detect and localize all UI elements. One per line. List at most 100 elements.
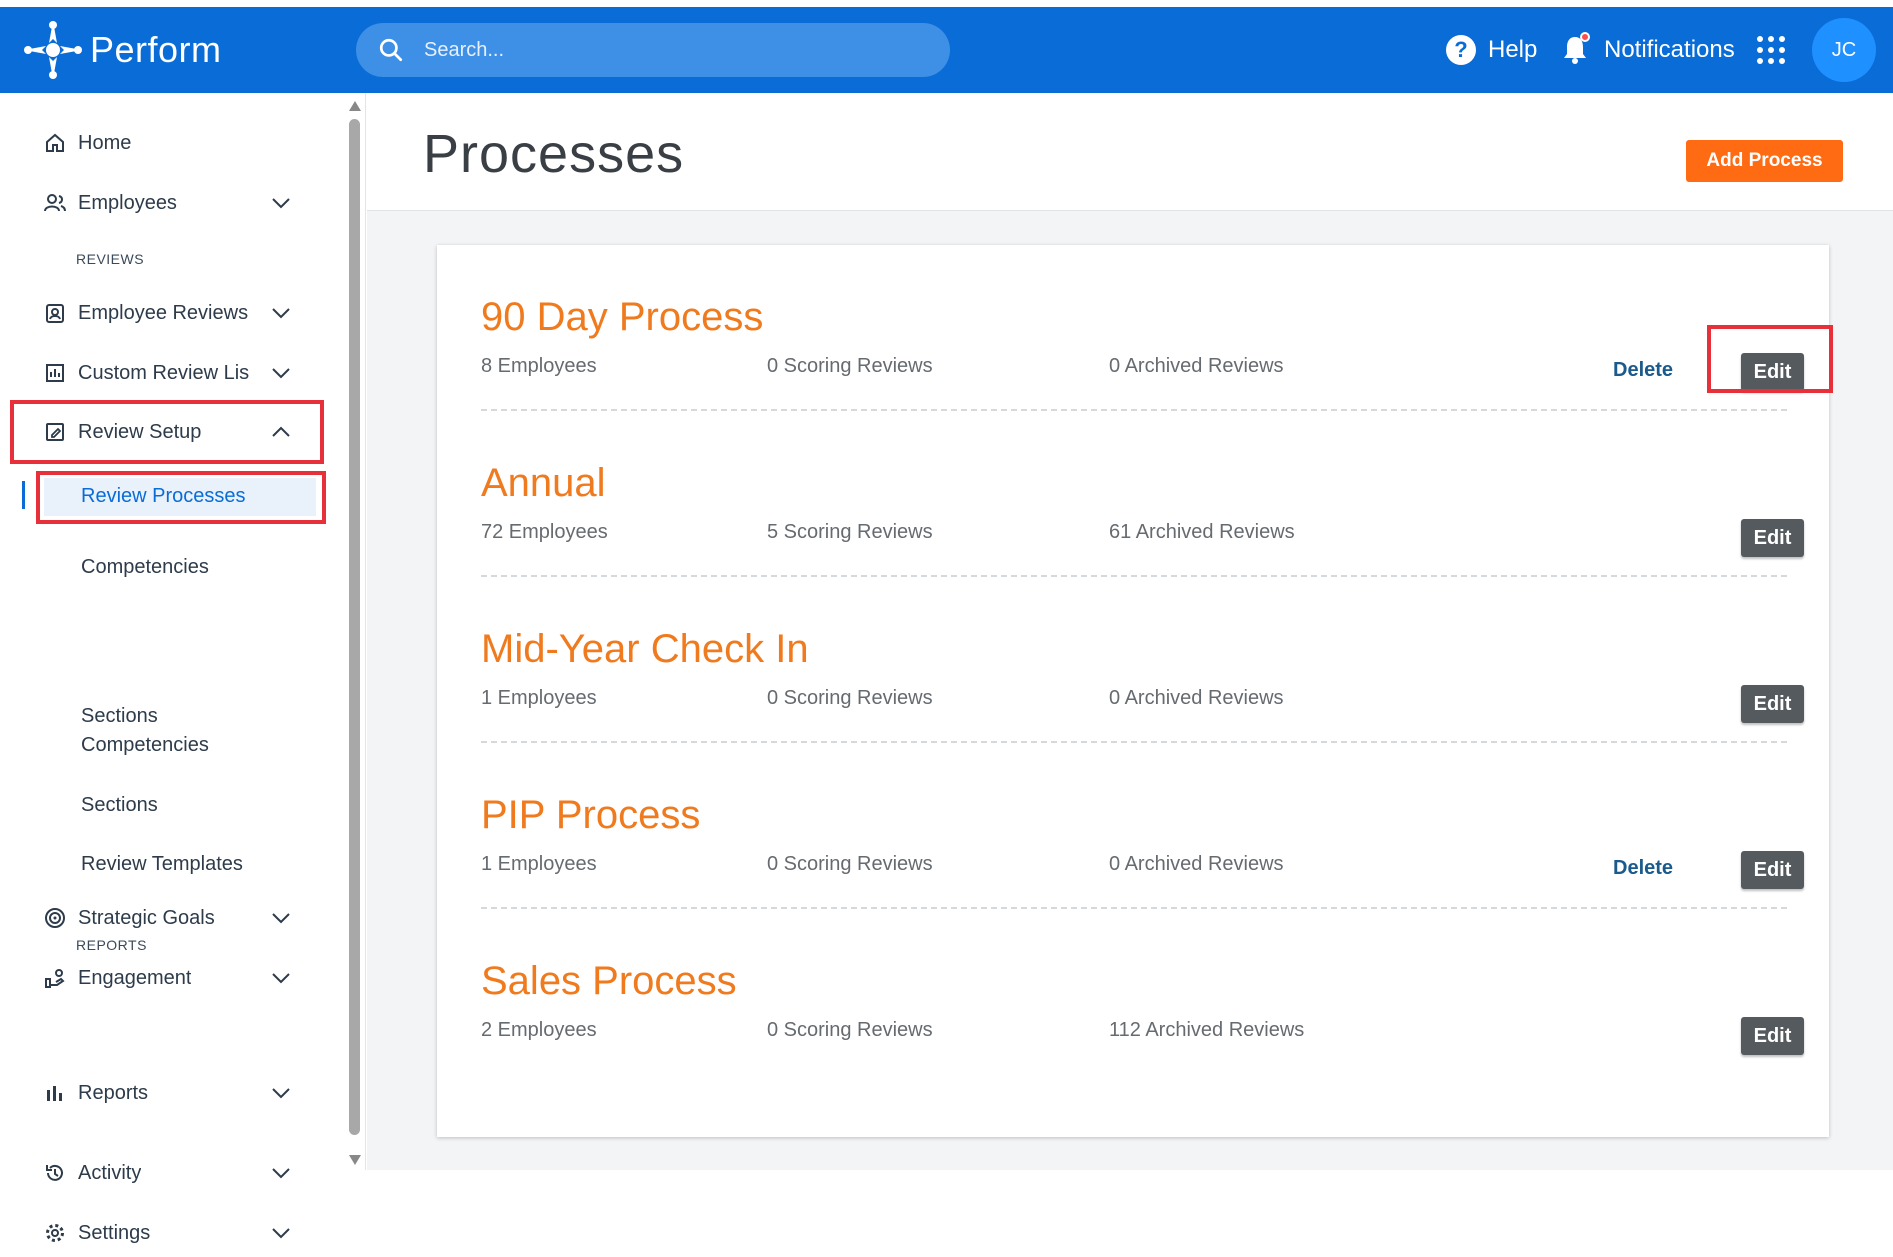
sidebar-item-activity[interactable]: Activity bbox=[0, 1149, 310, 1197]
page-header: Processes Add Process bbox=[367, 93, 1893, 211]
sidebar-scrollbar-thumb[interactable] bbox=[349, 119, 360, 1135]
archived-reviews-count: 61 Archived Reviews bbox=[1109, 521, 1295, 543]
process-name-link[interactable]: 90 Day Process bbox=[481, 295, 763, 340]
sidebar-item-reports[interactable]: Reports bbox=[0, 1069, 310, 1117]
notifications-label: Notifications bbox=[1604, 36, 1735, 63]
chevron-down-icon bbox=[272, 198, 290, 209]
process-row: Sales Process 2 Employees 0 Scoring Revi… bbox=[481, 909, 1804, 1075]
delete-process-button[interactable]: Delete bbox=[1613, 359, 1673, 382]
sidebar-item-employees[interactable]: Employees bbox=[0, 179, 310, 227]
apps-grid-icon bbox=[1757, 36, 1785, 64]
process-name-link[interactable]: Sales Process bbox=[481, 959, 737, 1004]
process-name-link[interactable]: Annual bbox=[481, 461, 606, 506]
sidebar-item-employee-reviews[interactable]: Employee Reviews bbox=[0, 289, 310, 337]
edit-process-button[interactable]: Edit bbox=[1741, 1017, 1804, 1055]
engagement-icon bbox=[45, 969, 65, 988]
scoring-reviews-count: 0 Scoring Reviews bbox=[767, 853, 933, 875]
section-header-reviews: REVIEWS bbox=[76, 251, 145, 267]
employee-count: 72 Employees bbox=[481, 521, 608, 543]
brand-logo[interactable]: Perform bbox=[22, 19, 222, 81]
search-icon bbox=[379, 38, 403, 62]
chevron-down-icon bbox=[272, 913, 290, 924]
scoring-reviews-count: 0 Scoring Reviews bbox=[767, 355, 933, 377]
employee-count: 1 Employees bbox=[481, 687, 597, 709]
home-icon bbox=[46, 133, 64, 152]
sidebar-item-label: Employee Reviews bbox=[78, 301, 249, 324]
search-input[interactable] bbox=[424, 38, 924, 62]
main-content: Processes Add Process 90 Day Process 8 E… bbox=[367, 93, 1893, 1170]
sidebar-item-settings[interactable]: Settings bbox=[0, 1209, 310, 1257]
edit-process-button[interactable]: Edit bbox=[1741, 685, 1804, 723]
process-row: PIP Process 1 Employees 0 Scoring Review… bbox=[481, 743, 1804, 909]
scroll-up-arrow[interactable] bbox=[349, 101, 361, 111]
employee-count: 2 Employees bbox=[481, 1019, 597, 1041]
sidebar-item-review-templates[interactable]: Review Templates bbox=[81, 853, 243, 876]
highlight-edit-button bbox=[1707, 325, 1833, 393]
process-list-card: 90 Day Process 8 Employees 0 Scoring Rev… bbox=[437, 245, 1833, 1137]
section-header-reports: REPORTS bbox=[76, 937, 147, 953]
archived-reviews-count: 0 Archived Reviews bbox=[1109, 355, 1284, 377]
sidebar-item-competencies[interactable]: Competencies bbox=[81, 556, 209, 579]
chevron-down-icon bbox=[272, 308, 290, 319]
sidebar-item-competencies[interactable]: Competencies bbox=[81, 734, 209, 757]
scoring-reviews-count: 0 Scoring Reviews bbox=[767, 1019, 933, 1041]
help-label: Help bbox=[1488, 36, 1538, 63]
sidebar-item-strategic-goals[interactable]: Strategic Goals bbox=[0, 894, 310, 942]
bar-chart-icon bbox=[47, 1086, 62, 1101]
sidebar-item-label: Engagement bbox=[78, 966, 192, 989]
process-row: 90 Day Process 8 Employees 0 Scoring Rev… bbox=[481, 245, 1833, 411]
sidebar-item-label: Custom Review Lis bbox=[78, 361, 250, 384]
perform-logo-icon bbox=[24, 21, 82, 79]
sidebar-item-label: Employees bbox=[78, 191, 177, 214]
archived-reviews-count: 0 Archived Reviews bbox=[1109, 687, 1284, 709]
edit-process-button[interactable]: Edit bbox=[1741, 851, 1804, 889]
archived-reviews-count: 112 Archived Reviews bbox=[1109, 1019, 1305, 1041]
sidebar-item-label: Home bbox=[78, 131, 132, 154]
add-process-button[interactable]: Add Process bbox=[1686, 140, 1843, 182]
scoring-reviews-count: 0 Scoring Reviews bbox=[767, 687, 933, 709]
process-name-link[interactable]: Mid-Year Check In bbox=[481, 627, 809, 672]
active-indicator bbox=[22, 481, 25, 509]
help-button[interactable]: ? Help bbox=[1446, 7, 1537, 93]
archived-reviews-count: 0 Archived Reviews bbox=[1109, 853, 1284, 875]
scoring-reviews-count: 5 Scoring Reviews bbox=[767, 521, 933, 543]
target-icon bbox=[45, 908, 65, 928]
chevron-down-icon bbox=[272, 973, 290, 984]
highlight-review-processes bbox=[36, 471, 326, 524]
page-title: Processes bbox=[423, 124, 685, 184]
process-name-link[interactable]: PIP Process bbox=[481, 793, 700, 838]
edit-process-button[interactable]: Edit bbox=[1741, 519, 1804, 557]
clipboard-person-icon bbox=[46, 304, 64, 323]
help-icon: ? bbox=[1446, 35, 1476, 65]
scroll-down-arrow[interactable] bbox=[349, 1155, 361, 1165]
people-icon bbox=[44, 194, 66, 212]
delete-process-button[interactable]: Delete bbox=[1613, 857, 1673, 880]
top-navigation-bar: Perform ? Help Notifications JC bbox=[0, 7, 1893, 93]
apps-grid-button[interactable] bbox=[1756, 7, 1786, 93]
search-bar[interactable] bbox=[356, 23, 950, 77]
sidebar-item-engagement[interactable]: Engagement bbox=[0, 954, 310, 1002]
sidebar-item-label: Strategic Goals bbox=[78, 906, 215, 929]
chevron-down-icon bbox=[272, 1088, 290, 1099]
list-chart-icon bbox=[46, 364, 64, 382]
sidebar-item-sections-clipped[interactable]: Sections bbox=[81, 705, 158, 723]
brand-name: Perform bbox=[90, 29, 222, 70]
bell-icon bbox=[1560, 32, 1590, 66]
sidebar-item-label: Settings bbox=[78, 1221, 151, 1244]
history-icon bbox=[46, 1164, 63, 1181]
employee-count: 8 Employees bbox=[481, 355, 597, 377]
chevron-down-icon bbox=[272, 368, 290, 379]
process-row: Mid-Year Check In 1 Employees 0 Scoring … bbox=[481, 577, 1804, 743]
sidebar-item-home[interactable]: Home bbox=[0, 119, 310, 167]
sidebar: Home Employees REVIEWS Employee Reviews … bbox=[0, 93, 366, 1244]
chevron-down-icon bbox=[272, 1228, 290, 1239]
process-row: Annual 72 Employees 5 Scoring Reviews 61… bbox=[481, 411, 1804, 577]
sidebar-item-label: Activity bbox=[78, 1161, 142, 1184]
user-avatar[interactable]: JC bbox=[1812, 18, 1876, 82]
notifications-button[interactable]: Notifications bbox=[1560, 7, 1735, 93]
highlight-review-setup bbox=[10, 400, 324, 464]
sidebar-item-label: Reports bbox=[78, 1081, 149, 1104]
sidebar-item-custom-review-lists[interactable]: Custom Review Lis bbox=[0, 349, 310, 397]
employee-count: 1 Employees bbox=[481, 853, 597, 875]
sidebar-item-sections[interactable]: Sections bbox=[81, 794, 158, 817]
